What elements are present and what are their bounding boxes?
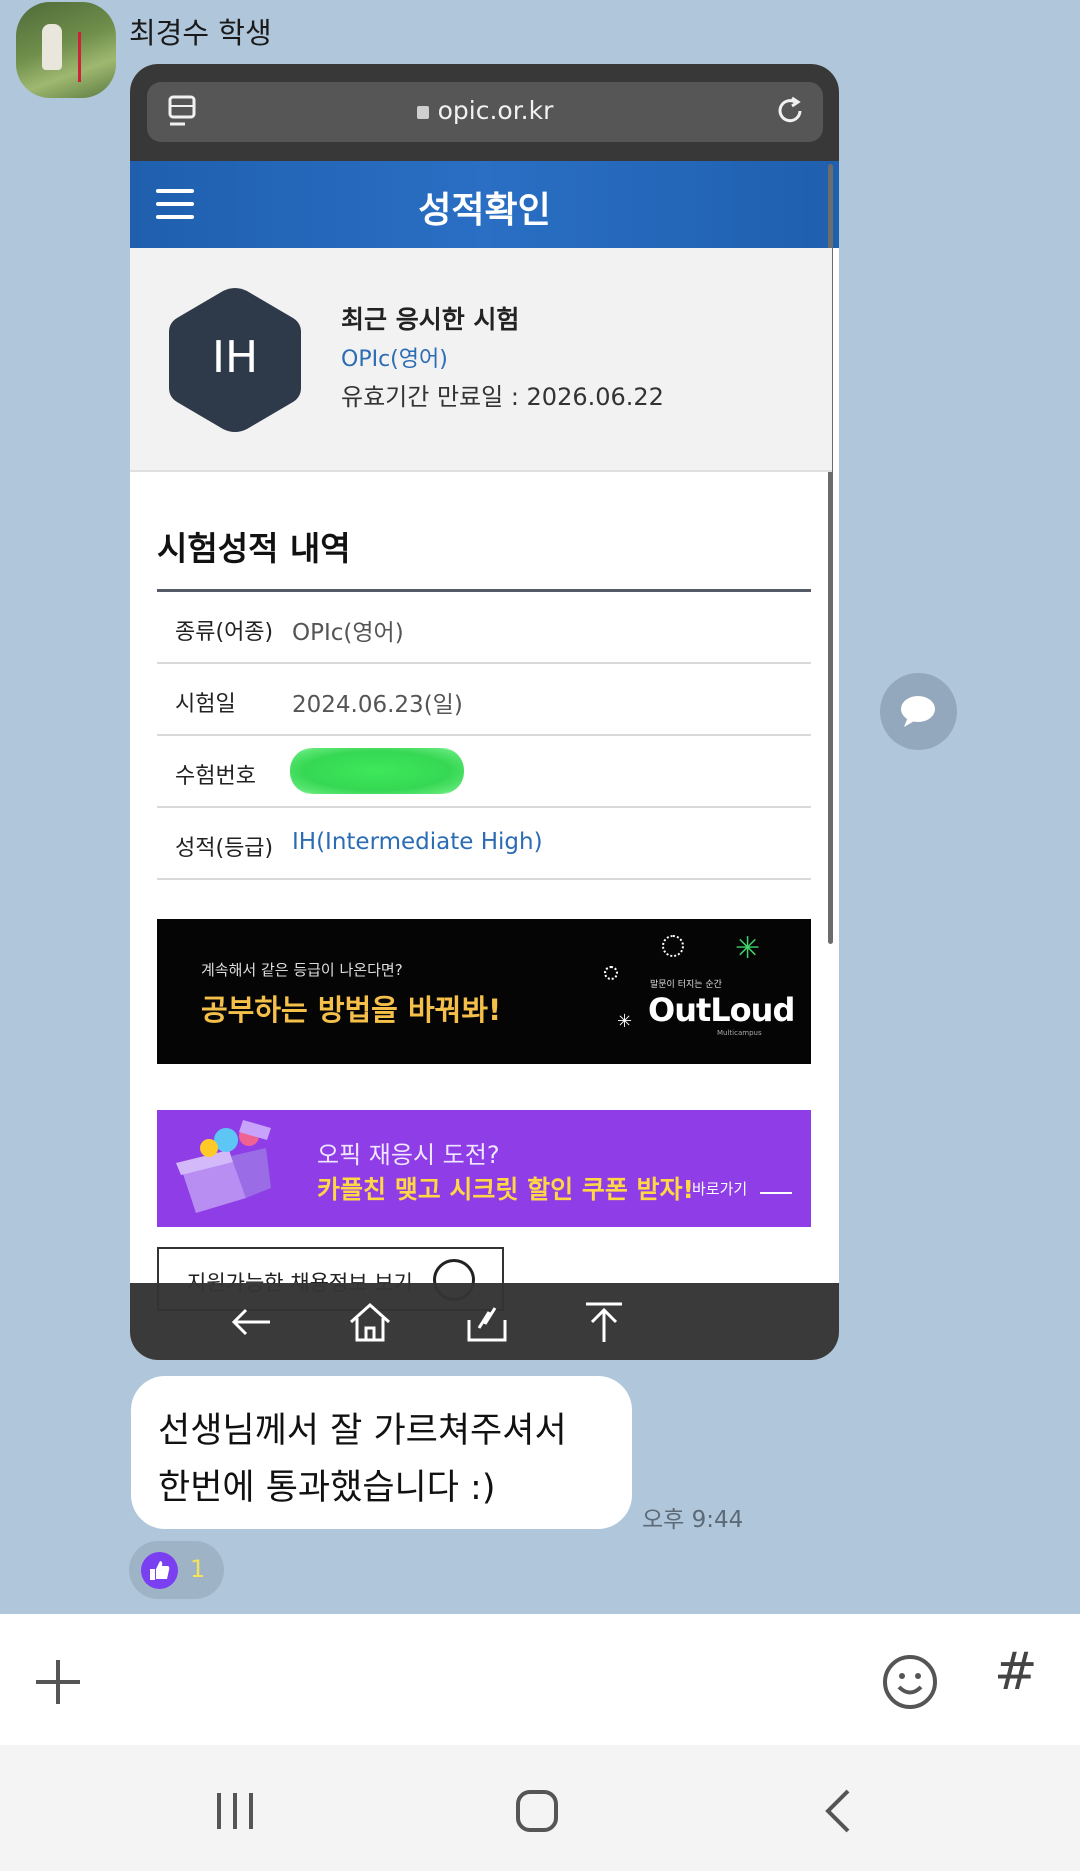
row-value: 2024.06.23(일)	[292, 692, 463, 718]
plus-icon[interactable]	[34, 1658, 82, 1706]
recent-test-type: OPIc(영어)	[341, 347, 448, 372]
message-line: 한번에 통과했습니다 :)	[158, 1468, 496, 1508]
score-row-type: 종류(어종) OPIc(영어)	[157, 592, 811, 664]
home-nav-icon[interactable]	[513, 1787, 561, 1835]
emoji-icon[interactable]	[882, 1654, 938, 1710]
recent-test-expiry: 유효기간 만료일 : 2026.06.22	[341, 383, 664, 411]
grade-badge: IH	[165, 284, 305, 436]
sender-avatar[interactable]	[16, 2, 116, 98]
avatar-figure	[42, 24, 62, 70]
reaction-chip[interactable]: 1	[129, 1541, 224, 1599]
score-row-exam-number: 수험번호	[157, 736, 811, 808]
address-bar: opic.or.kr	[147, 82, 823, 142]
reload-icon	[778, 96, 802, 123]
browser-bottom-bar	[130, 1283, 839, 1360]
banner-headline: 카플친 맺고 시크릿 할인 쿠폰 받자!	[317, 1175, 694, 1204]
back-nav-icon[interactable]	[816, 1787, 864, 1835]
recents-icon[interactable]	[211, 1787, 259, 1835]
back-arrow-icon	[231, 1308, 270, 1336]
message-timestamp: 오후 9:44	[642, 1507, 744, 1533]
page-title: 성적확인	[418, 190, 551, 231]
home-icon	[349, 1302, 391, 1342]
redaction-mark	[290, 748, 464, 794]
browser-top-bar: opic.or.kr	[130, 64, 839, 161]
share-bubble-icon	[901, 696, 935, 727]
arrow-line-icon	[760, 1192, 792, 1194]
outloud-logo: OutLoud	[648, 991, 795, 1029]
banner-question: 오픽 재응시 도전?	[317, 1141, 500, 1169]
banner-headline: 공부하는 방법을 바꿔봐!	[201, 993, 502, 1027]
sender-name[interactable]: 최경수 학생	[129, 10, 272, 52]
scroll-top-icon	[586, 1302, 622, 1342]
thumbs-up-icon	[141, 1552, 178, 1589]
row-label: 성적(등급)	[175, 836, 274, 861]
row-label: 시험일	[175, 692, 236, 717]
brand-subtitle: Multicampus	[717, 1029, 762, 1037]
message-input-bar: #	[0, 1614, 1080, 1745]
message-bubble[interactable]: 선생님께서 잘 가르쳐주셔서 한번에 통과했습니다 :)	[131, 1376, 632, 1529]
outloud-banner: 계속해서 같은 등급이 나온다면? 공부하는 방법을 바꿔봐! ✳ ✳ 말문이 …	[157, 919, 811, 1064]
lock-icon	[416, 106, 429, 119]
score-row-grade: 성적(등급) IH(Intermediate High)	[157, 808, 811, 880]
banner-subtitle: 계속해서 같은 등급이 나온다면?	[201, 961, 403, 979]
burst-icon: ✳	[617, 1011, 633, 1032]
brand-tagline: 말문이 터지는 순간	[650, 980, 722, 990]
grade-badge-text: IH	[211, 332, 259, 383]
page-header: 성적확인	[130, 161, 839, 248]
recent-test-title: 최근 응시한 시험	[341, 305, 520, 334]
score-row-date: 시험일 2024.06.23(일)	[157, 664, 811, 736]
share-bubble-button[interactable]	[880, 673, 957, 750]
go-link-label: 바로가기	[692, 1180, 748, 1198]
avatar-flagstick	[78, 32, 81, 82]
reaction-count: 1	[190, 1555, 206, 1583]
share-icon	[467, 1307, 507, 1342]
row-label: 종류(어종)	[175, 620, 274, 645]
burst-icon: ✳	[735, 931, 761, 966]
system-nav-bar	[0, 1745, 1080, 1871]
row-value: IH(Intermediate High)	[292, 829, 543, 855]
message-line: 선생님께서 잘 가르쳐주셔서	[158, 1411, 567, 1451]
recent-test-summary: IH 최근 응시한 시험 OPIc(영어) 유효기간 만료일 : 2026.06…	[130, 248, 832, 472]
row-label: 수험번호	[175, 764, 256, 789]
sparkle-icon	[662, 935, 684, 957]
url-label: opic.or.kr	[437, 96, 554, 125]
row-value: OPIc(영어)	[292, 620, 404, 646]
hashtag-icon[interactable]: #	[994, 1642, 1038, 1702]
image-attachment[interactable]: opic.or.kr 성적확인 IH 최근 응시한 시험 OPIc(영어) 유효…	[130, 64, 839, 1360]
gift-icon	[176, 1120, 271, 1213]
sparkle-icon	[604, 966, 618, 980]
url-text: opic.or.kr	[147, 96, 823, 125]
score-history-title: 시험성적 내역	[157, 529, 351, 568]
retake-coupon-banner: 오픽 재응시 도전? 카플친 맺고 시크릿 할인 쿠폰 받자! 바로가기	[157, 1110, 811, 1227]
